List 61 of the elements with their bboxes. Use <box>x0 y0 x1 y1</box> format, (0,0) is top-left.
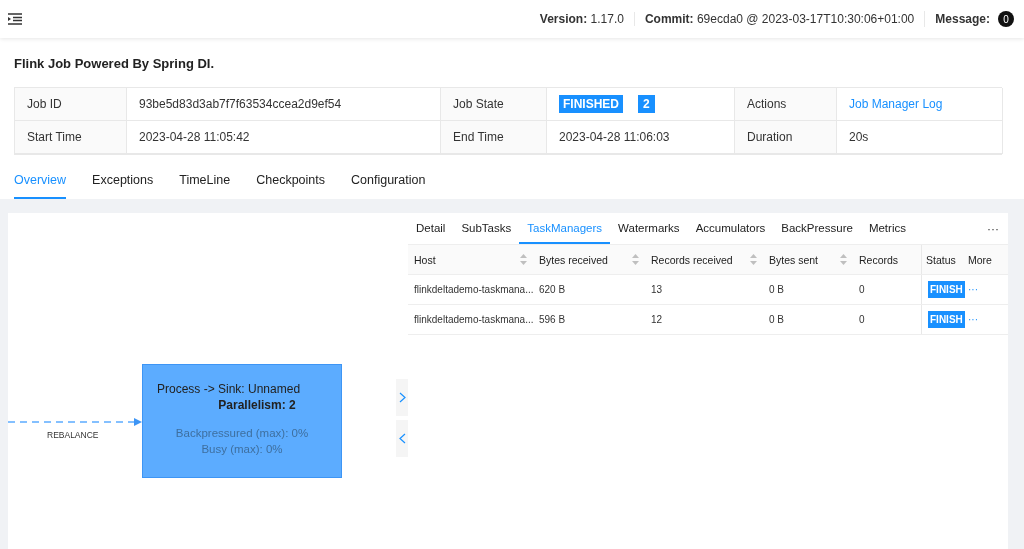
table-cell: 0 B <box>769 314 784 325</box>
message-label: Message: <box>935 12 990 26</box>
node-parallelism: Parallelism: 2 <box>218 398 296 412</box>
table-cell: flinkdeltademo-taskmana... <box>414 314 534 325</box>
column-header: More <box>968 253 992 266</box>
chevron-left-icon <box>398 433 406 444</box>
node-metric: Backpressured (max): 0% <box>175 426 309 441</box>
info-label: Job State <box>453 97 504 111</box>
job-tab[interactable]: TimeLine <box>179 173 231 199</box>
info-label: Job ID <box>27 97 62 111</box>
status-tag: FINISH <box>928 311 965 328</box>
job-tab[interactable]: Checkpoints <box>256 173 325 199</box>
edge-label: REBALANCE <box>47 430 99 440</box>
sort-icon[interactable] <box>632 254 639 265</box>
detail-tab[interactable]: Watermarks <box>610 213 688 244</box>
table-cell: 596 B <box>539 314 566 325</box>
table-cell: 0 B <box>769 284 784 295</box>
info-value: 2023-04-28 11:05:42 <box>139 130 250 144</box>
expand-button[interactable] <box>396 379 408 416</box>
job-tab[interactable]: Exceptions <box>92 173 154 199</box>
column-header: Bytes received <box>539 253 608 266</box>
parallelism-tag: 2 <box>638 95 655 113</box>
node-metric: Busy (max): 0% <box>201 442 283 457</box>
header-info: Commit: 69ecda0 @ 2023-03-17T10:30:06+01:00 <box>633 12 925 26</box>
detail-tab[interactable]: Metrics <box>860 213 914 244</box>
table-cell: 13 <box>651 284 663 295</box>
info-value: 20s <box>849 130 869 144</box>
info-label: End Time <box>453 130 504 144</box>
job-tab[interactable]: Configuration <box>351 173 426 199</box>
column-header: Bytes sent <box>769 253 819 266</box>
menu-fold-icon[interactable] <box>8 13 22 25</box>
column-header: Records <box>859 253 899 266</box>
column-header: Host <box>414 253 436 266</box>
detail-tab[interactable]: Accumulators <box>687 213 774 244</box>
graph-node[interactable]: Process -> Sink: Unnamed Parallelism: 2 Backpressured (max): 0% Busy (max): 0% <box>142 364 342 478</box>
message-count[interactable]: 0 <box>998 11 1014 27</box>
info-label: Start Time <box>27 130 82 144</box>
job-title: Flink Job Powered By Spring DI. <box>14 56 216 71</box>
table-cell: 0 <box>859 284 865 295</box>
collapse-button[interactable] <box>396 420 408 457</box>
sort-icon[interactable] <box>840 254 847 265</box>
table-cell: 12 <box>651 314 663 325</box>
info-value: 93be5d83d3ab7f7f63534ccea2d9ef54 <box>139 97 342 111</box>
chevron-right-icon <box>398 392 406 403</box>
table-cell: 620 B <box>539 284 566 295</box>
table-cell: 0 <box>859 314 865 325</box>
sort-icon[interactable] <box>750 254 757 265</box>
sort-icon[interactable] <box>520 254 527 265</box>
detail-tab[interactable]: BackPressure <box>773 213 861 244</box>
detail-tab[interactable]: SubTasks <box>453 213 520 244</box>
info-label: Duration <box>747 130 793 144</box>
detail-tab[interactable]: Detail <box>408 213 454 244</box>
column-header: Status <box>926 253 956 266</box>
table-cell: flinkdeltademo-taskmana... <box>414 284 534 295</box>
header-info: Version: 1.17.0 <box>538 12 625 26</box>
node-title: Process -> Sink: Unnamed <box>157 382 301 396</box>
info-value: 2023-04-28 11:06:03 <box>559 130 670 144</box>
info-label: Actions <box>747 97 787 111</box>
job-state-tag: FINISHED <box>559 95 623 113</box>
status-tag: FINISH <box>928 281 965 298</box>
column-header: Records received <box>651 253 733 266</box>
